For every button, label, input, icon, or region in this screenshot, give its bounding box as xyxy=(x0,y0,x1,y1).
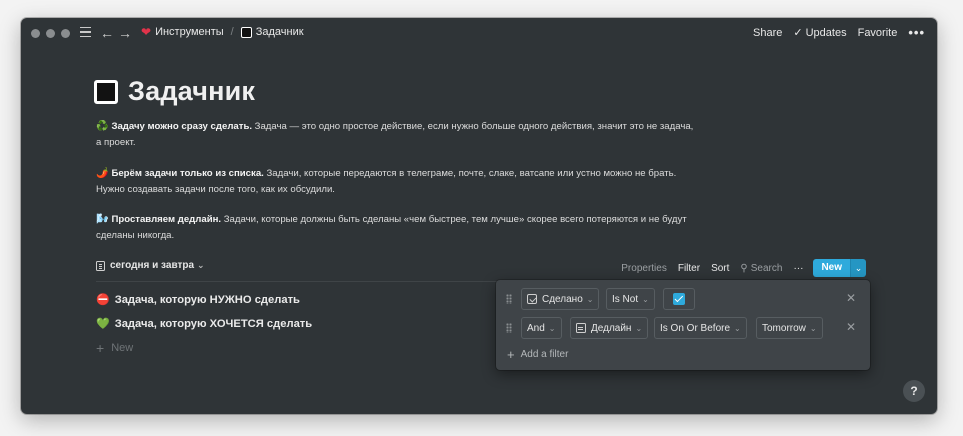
breadcrumb-parent[interactable]: Инструменты xyxy=(155,26,224,38)
paragraph[interactable]: 🌬️ Проставляем дедлайн. Задачи, которые д… xyxy=(96,212,696,244)
view-selector[interactable]: сегодня и завтра ⌄ xyxy=(96,260,205,271)
list-item[interactable]: 💚 Задача, которую ХОЧЕТСЯ сделать xyxy=(96,317,313,331)
chevron-down-icon: ⌄ xyxy=(809,323,817,333)
new-button-group: New ⌄ xyxy=(813,259,866,277)
forward-arrow-icon[interactable]: → xyxy=(118,24,132,42)
checkbox-icon xyxy=(527,294,537,304)
new-button[interactable]: New xyxy=(813,259,850,277)
chevron-down-icon: ⌄ xyxy=(548,323,556,333)
black-square-icon xyxy=(240,26,252,38)
paragraph-bold: Задачу можно сразу сделать. xyxy=(111,121,253,132)
properties-button[interactable]: Properties xyxy=(621,263,667,274)
breadcrumb-separator: / xyxy=(230,26,234,38)
add-filter-button[interactable]: + Add a filter xyxy=(507,347,568,362)
favorite-button[interactable]: Favorite xyxy=(858,27,898,39)
filter-popup: Сделано ⌄ Is Not ⌄ ✕ And ⌄ Дедлайн ⌄ Is … xyxy=(496,280,870,370)
recycle-icon: ♻️ xyxy=(96,121,109,132)
share-button[interactable]: Share xyxy=(753,27,782,39)
paragraph-bold: Берём задачи только из списка. xyxy=(111,168,264,179)
breadcrumb-current[interactable]: Задачник xyxy=(256,26,304,38)
filter-value-label: Tomorrow xyxy=(762,322,806,334)
chevron-down-icon: ⌄ xyxy=(635,323,643,333)
updates-button[interactable]: ✓ Updates xyxy=(793,26,846,39)
close-icon[interactable]: ✕ xyxy=(846,291,856,305)
filter-property-label: Сделано xyxy=(542,293,583,305)
sort-button[interactable]: Sort xyxy=(711,263,729,274)
chevron-down-icon: ⌄ xyxy=(734,323,741,333)
filter-operator-label: Is On Or Before xyxy=(660,322,731,334)
new-row-label: New xyxy=(111,342,134,354)
task-title: Задача, которую ХОЧЕТСЯ сделать xyxy=(114,317,313,330)
app-window: ← → ❤ Инструменты / Задачник Share ✓ Upda… xyxy=(21,18,937,414)
filter-row: And ⌄ Дедлайн ⌄ Is On Or Before ⌄ Tomorr… xyxy=(496,317,870,339)
back-arrow-icon[interactable]: ← xyxy=(100,24,114,42)
top-bar: ← → ❤ Инструменты / Задачник Share ✓ Upda… xyxy=(21,18,937,48)
database-view-header: сегодня и завтра ⌄ Properties Filter Sor… xyxy=(96,258,866,278)
chevron-down-icon: ⌄ xyxy=(586,294,594,304)
filter-operator-select[interactable]: Is On Or Before ⌄ xyxy=(654,317,747,339)
filter-operator-label: Is Not xyxy=(612,293,639,305)
no-entry-icon: ⛔ xyxy=(96,294,110,306)
page-title[interactable]: Задачник xyxy=(128,76,255,107)
paragraph-bold: Проставляем дедлайн. xyxy=(111,214,222,225)
black-square-icon[interactable] xyxy=(94,79,118,104)
window-zoom-dot[interactable] xyxy=(61,29,70,38)
list-item[interactable]: ⛔ Задача, которую НУЖНО сделать xyxy=(96,293,300,307)
filter-property-select[interactable]: Дедлайн ⌄ xyxy=(570,317,649,339)
top-actions: Share ✓ Updates Favorite ••• xyxy=(742,25,925,40)
more-icon[interactable]: ··· xyxy=(793,263,803,274)
heart-icon: ❤ xyxy=(141,25,152,39)
filter-value-select[interactable]: Tomorrow ⌄ xyxy=(756,317,823,339)
calendar-icon xyxy=(576,323,586,333)
help-button[interactable]: ? xyxy=(903,380,925,402)
filter-conjunction-label: And xyxy=(527,322,545,334)
paragraph[interactable]: ♻️ Задачу можно сразу сделать. Задача — э… xyxy=(96,119,696,151)
chevron-down-icon: ⌄ xyxy=(642,294,649,304)
close-icon[interactable]: ✕ xyxy=(846,320,856,334)
page-header: Задачник xyxy=(94,76,255,107)
add-new-row-button[interactable]: + New xyxy=(96,340,133,356)
filter-button[interactable]: Filter xyxy=(678,263,700,274)
sidebar-toggle-icon[interactable] xyxy=(80,27,91,38)
checked-checkbox[interactable] xyxy=(673,293,685,305)
view-toolbar: Properties Filter Sort ⚲ Search ··· New ⌄ xyxy=(610,258,866,278)
filter-property-label: Дедлайн xyxy=(591,322,632,334)
add-filter-label: Add a filter xyxy=(520,349,569,360)
drag-handle-icon[interactable] xyxy=(506,323,512,333)
filter-value-checkbox-field[interactable] xyxy=(663,288,695,310)
paragraph[interactable]: 🌶️ Берём задачи только из списка. Задачи,… xyxy=(96,166,696,198)
chili-pepper-icon: 🌶️ xyxy=(96,168,109,179)
filter-conjunction-select[interactable]: And ⌄ xyxy=(521,317,562,339)
search-button[interactable]: ⚲ Search xyxy=(740,263,782,274)
drag-handle-icon[interactable] xyxy=(506,294,512,304)
more-icon[interactable]: ••• xyxy=(908,25,925,40)
window-close-dot[interactable] xyxy=(31,29,40,38)
plus-icon: + xyxy=(507,347,515,362)
wind-face-icon: 🌬️ xyxy=(96,214,109,225)
filter-operator-select[interactable]: Is Not ⌄ xyxy=(606,288,655,310)
window-minimize-dot[interactable] xyxy=(46,29,55,38)
filter-row: Сделано ⌄ Is Not ⌄ ✕ xyxy=(496,288,870,310)
view-name: сегодня и завтра xyxy=(110,260,195,271)
check-icon: ✓ xyxy=(793,27,803,39)
document-icon xyxy=(96,260,105,271)
task-title: Задача, которую НУЖНО сделать xyxy=(114,293,300,306)
plus-icon: + xyxy=(96,340,105,356)
updates-label: Updates xyxy=(805,27,847,39)
search-icon: ⚲ xyxy=(740,262,748,274)
search-label: Search xyxy=(750,262,783,274)
filter-property-select[interactable]: Сделано ⌄ xyxy=(521,288,600,310)
green-heart-icon: 💚 xyxy=(96,318,110,330)
chevron-down-icon[interactable]: ⌄ xyxy=(850,259,866,277)
chevron-down-icon: ⌄ xyxy=(197,260,205,270)
breadcrumb: ❤ Инструменты / Задачник xyxy=(141,25,304,39)
